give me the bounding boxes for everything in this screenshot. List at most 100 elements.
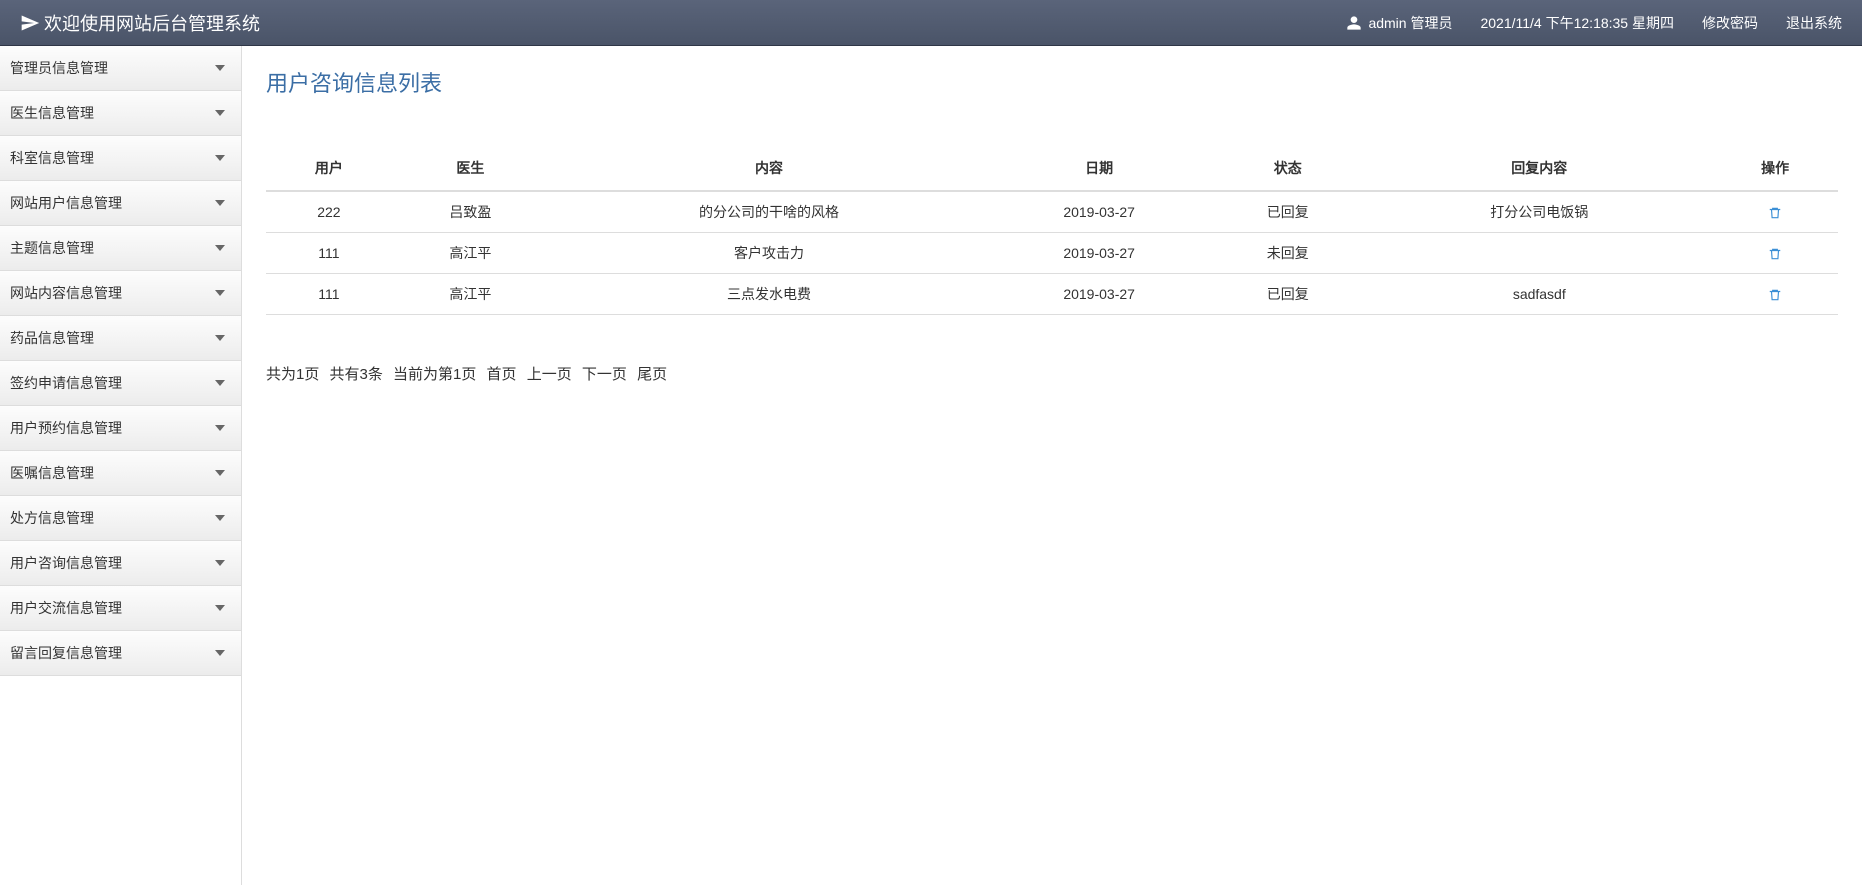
page-prev-link[interactable]: 上一页 xyxy=(527,366,572,383)
page-title: 用户咨询信息列表 xyxy=(266,66,1838,98)
sidebar-item-label: 主题信息管理 xyxy=(10,238,94,258)
trash-icon[interactable] xyxy=(1768,245,1782,261)
chevron-down-icon xyxy=(215,650,225,656)
sidebar-item-label: 网站用户信息管理 xyxy=(10,193,122,213)
sidebar-item-3[interactable]: 网站用户信息管理 xyxy=(0,181,241,226)
table-row: 111高江平客户攻击力2019-03-27未回复 xyxy=(266,233,1838,274)
sidebar-item-label: 留言回复信息管理 xyxy=(10,643,122,663)
cell-content: 客户攻击力 xyxy=(549,233,989,274)
cell-action xyxy=(1712,274,1838,315)
cell-status: 已回复 xyxy=(1209,274,1366,315)
sidebar-item-label: 处方信息管理 xyxy=(10,508,94,528)
header-title: 欢迎使用网站后台管理系统 xyxy=(44,10,260,36)
sidebar-item-0[interactable]: 管理员信息管理 xyxy=(0,46,241,91)
top-header: 欢迎使用网站后台管理系统 admin 管理员 2021/11/4 下午12:18… xyxy=(0,0,1862,46)
chevron-down-icon xyxy=(215,290,225,296)
cell-date: 2019-03-27 xyxy=(989,233,1209,274)
chevron-down-icon xyxy=(215,65,225,71)
page-next-link[interactable]: 下一页 xyxy=(582,366,627,383)
user-label: admin 管理员 xyxy=(1368,13,1452,33)
change-password-link[interactable]: 修改密码 xyxy=(1702,13,1758,33)
logout-link[interactable]: 退出系统 xyxy=(1786,13,1842,33)
sidebar-item-13[interactable]: 留言回复信息管理 xyxy=(0,631,241,676)
trash-icon[interactable] xyxy=(1768,204,1782,220)
consult-table: 用户 医生 内容 日期 状态 回复内容 操作 222吕致盈的分公司的干啥的风格2… xyxy=(266,146,1838,315)
col-status: 状态 xyxy=(1209,146,1366,191)
col-content: 内容 xyxy=(549,146,989,191)
chevron-down-icon xyxy=(215,515,225,521)
cell-content: 的分公司的干啥的风格 xyxy=(549,191,989,233)
sidebar-item-label: 签约申请信息管理 xyxy=(10,373,122,393)
table-row: 111高江平三点发水电费2019-03-27已回复sadfasdf xyxy=(266,274,1838,315)
cell-user: 111 xyxy=(266,233,392,274)
sidebar-item-6[interactable]: 药品信息管理 xyxy=(0,316,241,361)
cell-action xyxy=(1712,191,1838,233)
sidebar-item-label: 科室信息管理 xyxy=(10,148,94,168)
cell-date: 2019-03-27 xyxy=(989,274,1209,315)
table-row: 222吕致盈的分公司的干啥的风格2019-03-27已回复打分公司电饭锅 xyxy=(266,191,1838,233)
sidebar-item-1[interactable]: 医生信息管理 xyxy=(0,91,241,136)
col-doctor: 医生 xyxy=(392,146,549,191)
col-action: 操作 xyxy=(1712,146,1838,191)
page-summary-count: 共有3条 xyxy=(330,366,383,383)
cell-reply: sadfasdf xyxy=(1366,274,1712,315)
cell-reply: 打分公司电饭锅 xyxy=(1366,191,1712,233)
page-current: 当前为第1页 xyxy=(393,366,476,383)
sidebar-item-label: 医嘱信息管理 xyxy=(10,463,94,483)
table-body: 222吕致盈的分公司的干啥的风格2019-03-27已回复打分公司电饭锅111高… xyxy=(266,191,1838,315)
sidebar-item-10[interactable]: 处方信息管理 xyxy=(0,496,241,541)
cell-reply xyxy=(1366,233,1712,274)
user-icon xyxy=(1346,14,1362,31)
sidebar-item-2[interactable]: 科室信息管理 xyxy=(0,136,241,181)
cell-doctor: 高江平 xyxy=(392,233,549,274)
table-head: 用户 医生 内容 日期 状态 回复内容 操作 xyxy=(266,146,1838,191)
cell-status: 已回复 xyxy=(1209,191,1366,233)
header-user[interactable]: admin 管理员 xyxy=(1346,13,1452,33)
cell-user: 111 xyxy=(266,274,392,315)
sidebar-item-11[interactable]: 用户咨询信息管理 xyxy=(0,541,241,586)
main-content: 用户咨询信息列表 用户 医生 内容 日期 状态 回复内容 操作 222吕致盈的分… xyxy=(242,46,1862,885)
sidebar-item-label: 用户预约信息管理 xyxy=(10,418,122,438)
cell-action xyxy=(1712,233,1838,274)
chevron-down-icon xyxy=(215,560,225,566)
sidebar-item-4[interactable]: 主题信息管理 xyxy=(0,226,241,271)
chevron-down-icon xyxy=(215,605,225,611)
page-summary-pages: 共为1页 xyxy=(266,366,319,383)
sidebar-item-label: 用户咨询信息管理 xyxy=(10,553,122,573)
chevron-down-icon xyxy=(215,155,225,161)
paper-plane-icon xyxy=(20,12,40,33)
sidebar-item-9[interactable]: 医嘱信息管理 xyxy=(0,451,241,496)
page-last-link[interactable]: 尾页 xyxy=(637,366,667,383)
col-reply: 回复内容 xyxy=(1366,146,1712,191)
sidebar-item-label: 网站内容信息管理 xyxy=(10,283,122,303)
chevron-down-icon xyxy=(215,425,225,431)
pagination: 共为1页 共有3条 当前为第1页 首页 上一页 下一页 尾页 xyxy=(266,363,1838,384)
col-user: 用户 xyxy=(266,146,392,191)
chevron-down-icon xyxy=(215,470,225,476)
chevron-down-icon xyxy=(215,245,225,251)
sidebar-item-label: 用户交流信息管理 xyxy=(10,598,122,618)
cell-doctor: 吕致盈 xyxy=(392,191,549,233)
chevron-down-icon xyxy=(215,110,225,116)
sidebar-item-label: 药品信息管理 xyxy=(10,328,94,348)
cell-content: 三点发水电费 xyxy=(549,274,989,315)
chevron-down-icon xyxy=(215,335,225,341)
cell-user: 222 xyxy=(266,191,392,233)
sidebar-item-12[interactable]: 用户交流信息管理 xyxy=(0,586,241,631)
cell-status: 未回复 xyxy=(1209,233,1366,274)
header-datetime: 2021/11/4 下午12:18:35 星期四 xyxy=(1480,13,1674,33)
page-first-link[interactable]: 首页 xyxy=(487,366,517,383)
sidebar-item-7[interactable]: 签约申请信息管理 xyxy=(0,361,241,406)
sidebar-item-5[interactable]: 网站内容信息管理 xyxy=(0,271,241,316)
sidebar-item-label: 管理员信息管理 xyxy=(10,58,108,78)
sidebar-item-8[interactable]: 用户预约信息管理 xyxy=(0,406,241,451)
cell-doctor: 高江平 xyxy=(392,274,549,315)
header-right: admin 管理员 2021/11/4 下午12:18:35 星期四 修改密码 … xyxy=(1346,13,1842,33)
chevron-down-icon xyxy=(215,380,225,386)
sidebar: 管理员信息管理医生信息管理科室信息管理网站用户信息管理主题信息管理网站内容信息管… xyxy=(0,46,242,885)
trash-icon[interactable] xyxy=(1768,286,1782,302)
cell-date: 2019-03-27 xyxy=(989,191,1209,233)
chevron-down-icon xyxy=(215,200,225,206)
col-date: 日期 xyxy=(989,146,1209,191)
header-title-wrap: 欢迎使用网站后台管理系统 xyxy=(20,10,260,36)
